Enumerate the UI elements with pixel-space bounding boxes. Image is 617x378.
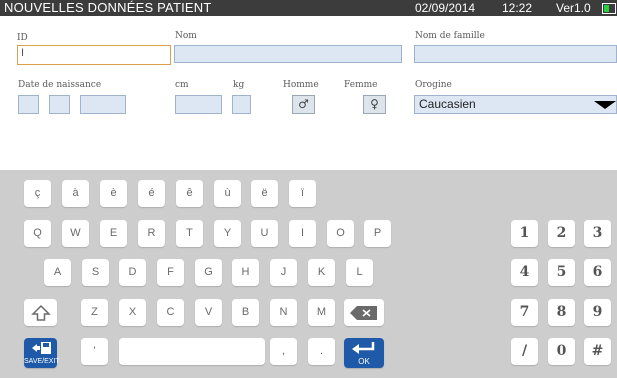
key-a[interactable]: A — [44, 259, 71, 286]
backspace-icon — [350, 306, 377, 320]
kg-label: kg — [233, 80, 245, 90]
origine-select[interactable]: Caucasien — [414, 95, 617, 114]
key-e-circumflex[interactable]: ê — [176, 180, 203, 207]
key-p[interactable]: P — [364, 220, 391, 247]
key-w[interactable]: W — [62, 220, 89, 247]
key-2[interactable]: 2 — [548, 220, 575, 247]
key-0[interactable]: 0 — [548, 338, 575, 365]
key-q[interactable]: Q — [24, 220, 51, 247]
key-6[interactable]: 6 — [584, 259, 611, 286]
nom-famille-label: Nom de famille — [415, 31, 485, 41]
space-key[interactable] — [119, 338, 265, 365]
key-i-diaeresis[interactable]: ï — [289, 180, 316, 207]
key-d[interactable]: D — [119, 259, 146, 286]
nom-famille-field[interactable] — [414, 45, 617, 63]
backspace-key[interactable] — [344, 299, 384, 326]
key-h[interactable]: H — [232, 259, 259, 286]
key-b[interactable]: B — [232, 299, 259, 326]
key-7[interactable]: 7 — [511, 299, 538, 326]
key-i[interactable]: I — [289, 220, 316, 247]
female-icon: ♀ — [370, 97, 379, 111]
femme-button[interactable]: ♀ — [363, 95, 386, 114]
page-title: NOUVELLES DONNÉES PATIENT — [4, 0, 212, 15]
birth-month-field[interactable] — [49, 95, 70, 114]
origine-label: Orogine — [415, 80, 452, 90]
key-l[interactable]: L — [346, 259, 373, 286]
key-f[interactable]: F — [157, 259, 184, 286]
key-e-grave[interactable]: è — [100, 180, 127, 207]
save-exit-button[interactable]: SAVE/EXIT — [24, 338, 60, 368]
key-u[interactable]: U — [251, 220, 278, 247]
key-4[interactable]: 4 — [511, 259, 538, 286]
header-version: Ver1.0 — [556, 1, 591, 15]
key-r[interactable]: R — [138, 220, 165, 247]
key-v[interactable]: V — [195, 299, 222, 326]
nom-field[interactable] — [174, 45, 402, 63]
id-value: I — [21, 47, 25, 59]
battery-icon — [602, 3, 616, 14]
key-k[interactable]: K — [308, 259, 335, 286]
key-z[interactable]: Z — [81, 299, 108, 326]
male-icon: ♂ — [298, 97, 309, 111]
key-n[interactable]: N — [270, 299, 297, 326]
save-exit-label: SAVE/EXIT — [24, 358, 60, 365]
header-bar: NOUVELLES DONNÉES PATIENT 02/09/2014 12:… — [0, 0, 617, 16]
key-comma[interactable]: , — [270, 338, 297, 365]
cm-label: cm — [175, 80, 189, 90]
weight-kg-field[interactable] — [232, 95, 251, 114]
key-e-diaeresis[interactable]: ë — [251, 180, 278, 207]
key-5[interactable]: 5 — [548, 259, 575, 286]
date-naissance-label: Date de naissance — [18, 80, 102, 90]
nom-label: Nom — [175, 31, 197, 41]
birth-year-field[interactable] — [80, 95, 126, 114]
key-8[interactable]: 8 — [548, 299, 575, 326]
key-9[interactable]: 9 — [584, 299, 611, 326]
key-c-cedilla[interactable]: ç — [24, 180, 51, 207]
shift-key[interactable] — [24, 299, 57, 326]
shift-icon — [30, 304, 51, 321]
key-period[interactable]: . — [308, 338, 335, 365]
key-slash[interactable]: / — [511, 338, 538, 365]
header-date: 02/09/2014 — [415, 1, 476, 15]
key-g[interactable]: G — [195, 259, 222, 286]
enter-icon — [352, 342, 375, 354]
origine-value: Caucasien — [419, 97, 476, 111]
homme-button[interactable]: ♂ — [292, 95, 315, 114]
id-field[interactable]: I — [17, 45, 171, 65]
ok-label: OK — [358, 357, 370, 366]
key-o[interactable]: O — [327, 220, 354, 247]
key-t[interactable]: T — [176, 220, 203, 247]
key-apostrophe[interactable]: ' — [81, 338, 108, 365]
key-a-grave[interactable]: à — [62, 180, 89, 207]
ok-enter-button[interactable]: OK — [344, 338, 384, 368]
key-y[interactable]: Y — [214, 220, 241, 247]
key-c[interactable]: C — [157, 299, 184, 326]
dropdown-arrow-icon — [594, 101, 616, 109]
key-s[interactable]: S — [82, 259, 109, 286]
birth-day-field[interactable] — [18, 95, 39, 114]
height-cm-field[interactable] — [175, 95, 222, 114]
key-1[interactable]: 1 — [511, 220, 538, 247]
key-m[interactable]: M — [308, 299, 335, 326]
key-j[interactable]: J — [270, 259, 297, 286]
key-u-grave[interactable]: ù — [214, 180, 241, 207]
key-3[interactable]: 3 — [584, 220, 611, 247]
id-label: ID — [17, 33, 28, 43]
save-icon — [31, 342, 51, 354]
key-e-acute[interactable]: é — [138, 180, 165, 207]
key-hash[interactable]: # — [584, 338, 611, 365]
header-time: 12:22 — [502, 1, 533, 15]
key-e[interactable]: E — [100, 220, 127, 247]
key-x[interactable]: X — [119, 299, 146, 326]
homme-label: Homme — [283, 80, 319, 90]
femme-label: Femme — [344, 80, 378, 90]
virtual-keyboard: ç à è é ê ù ë ï Q W E R T Y U I O P A S … — [0, 170, 617, 378]
